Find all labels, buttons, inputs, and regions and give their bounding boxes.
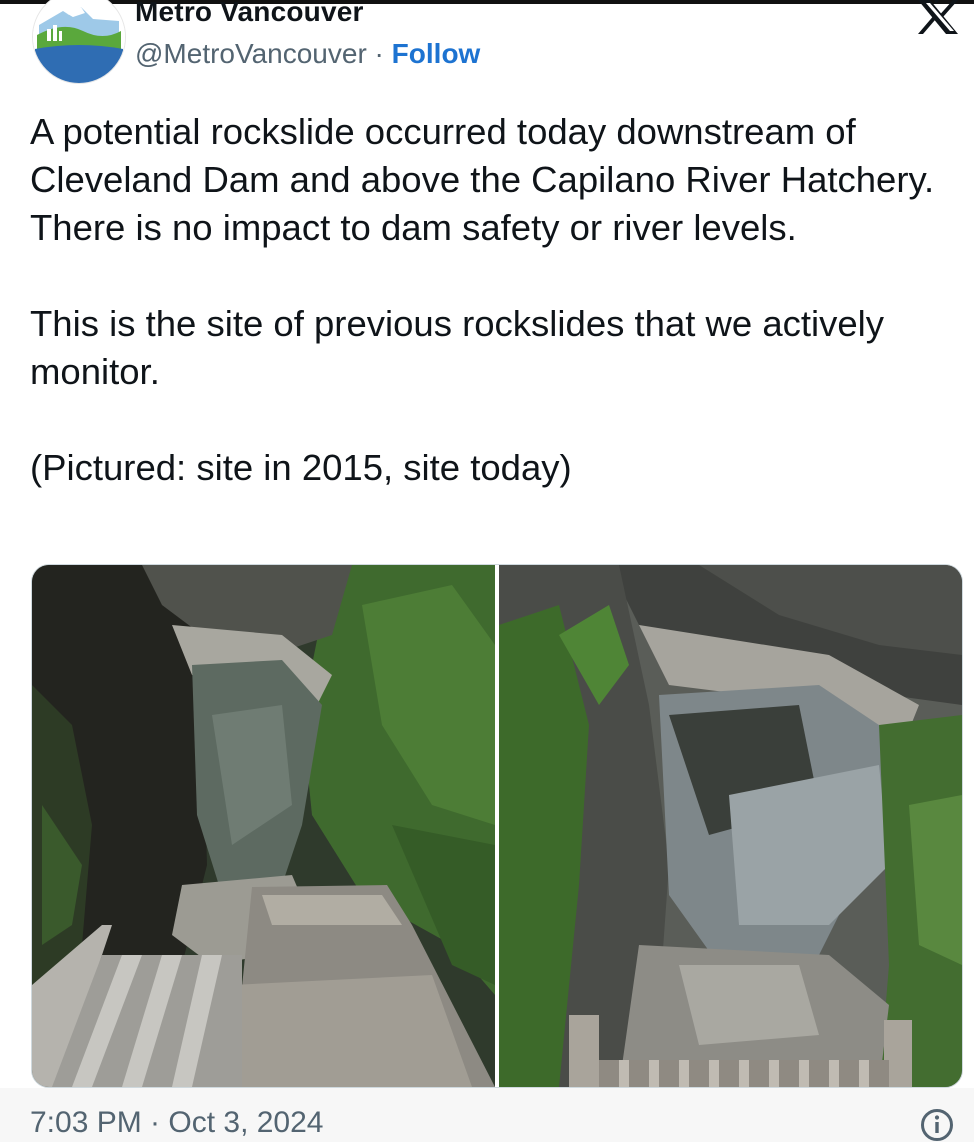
avatar[interactable] [32,0,126,84]
tweet-timestamp[interactable]: 7:03 PM · Oct 3, 2024 [30,1106,323,1140]
author-name[interactable]: Metro Vancouver [135,0,364,28]
photo-2015[interactable] [32,565,495,1087]
author-handle[interactable]: @MetroVancouver [135,38,367,69]
follow-button[interactable]: Follow [392,38,481,69]
x-logo-icon[interactable] [914,0,962,34]
separator-dot: · [366,38,392,69]
photo-today[interactable] [499,565,962,1087]
tweet-text: A potential rockslide occurred today dow… [30,111,935,488]
info-icon[interactable] [920,1108,954,1142]
media-grid [31,564,963,1088]
metro-vancouver-logo-icon [33,0,125,83]
photo-today-image [499,565,962,1087]
photo-2015-image [32,565,495,1087]
author-handle-line: @MetroVancouver · Follow [135,38,480,70]
